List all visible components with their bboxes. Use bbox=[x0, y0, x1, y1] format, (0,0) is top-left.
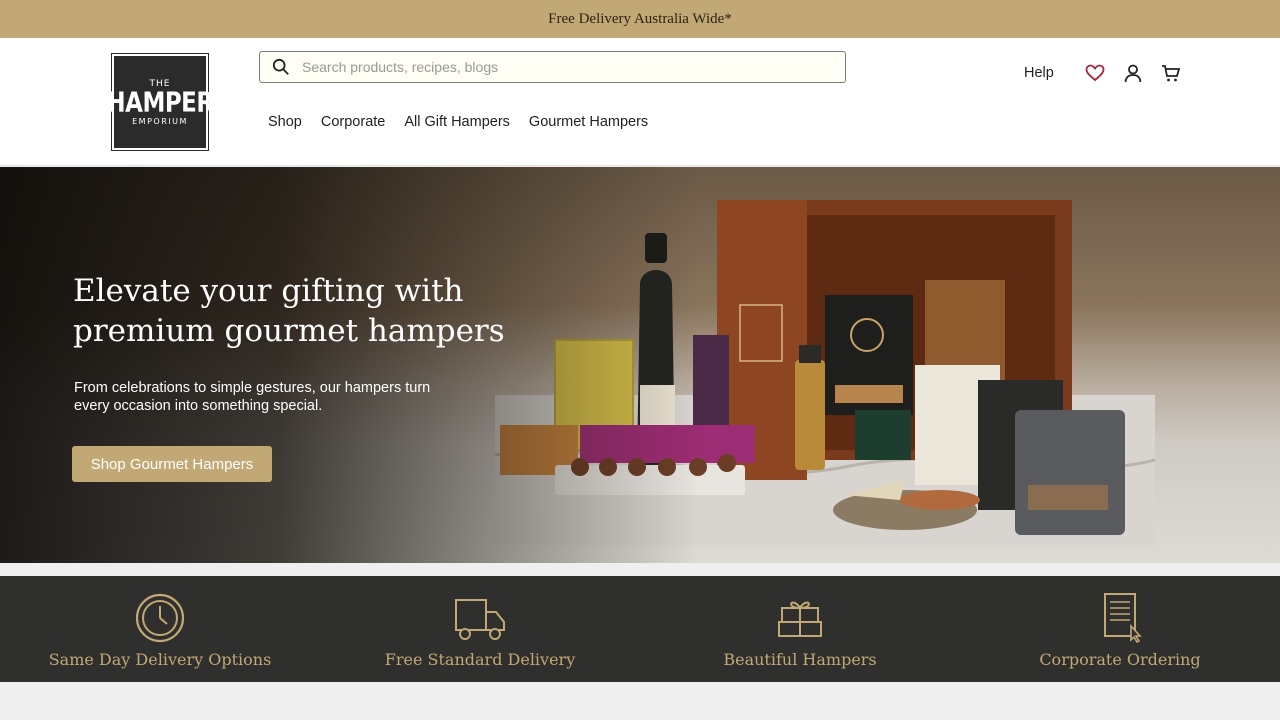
shop-gourmet-hampers-button[interactable]: Shop Gourmet Hampers bbox=[72, 446, 272, 482]
header-actions: Help bbox=[1024, 62, 1182, 84]
truck-icon bbox=[455, 599, 505, 640]
cart-icon[interactable] bbox=[1160, 62, 1182, 84]
search-icon[interactable] bbox=[272, 58, 290, 76]
feature-label: Corporate Ordering bbox=[1039, 650, 1201, 669]
feature-label: Same Day Delivery Options bbox=[48, 650, 272, 669]
clock-icon bbox=[135, 593, 185, 643]
heart-icon[interactable] bbox=[1084, 62, 1106, 84]
hero-overlay bbox=[0, 167, 700, 563]
gift-icon bbox=[778, 601, 822, 637]
features-bar: Same Day Delivery Options Free Standard … bbox=[0, 576, 1280, 682]
announcement-bar: Free Delivery Australia Wide* bbox=[0, 0, 1280, 38]
document-icon bbox=[1104, 593, 1142, 644]
logo[interactable]: THE HAMPER EMPORIUM bbox=[106, 53, 214, 151]
feature-free-delivery[interactable]: Free Standard Delivery bbox=[320, 576, 640, 682]
logo-line2: HAMPER bbox=[106, 86, 214, 119]
announcement-text: Free Delivery Australia Wide* bbox=[548, 10, 732, 27]
feature-same-day[interactable]: Same Day Delivery Options bbox=[0, 576, 320, 682]
nav-all-gift-hampers[interactable]: All Gift Hampers bbox=[404, 114, 510, 130]
nav-corporate[interactable]: Corporate bbox=[321, 114, 385, 130]
search-input[interactable] bbox=[302, 59, 802, 75]
main-nav: Shop Corporate All Gift Hampers Gourmet … bbox=[268, 114, 648, 130]
hero-banner: Elevate your gifting with premium gourme… bbox=[0, 167, 1280, 563]
nav-shop[interactable]: Shop bbox=[268, 114, 302, 130]
page-bottom-area bbox=[0, 682, 1280, 720]
user-icon[interactable] bbox=[1122, 62, 1144, 84]
hero-subtitle: From celebrations to simple gestures, ou… bbox=[74, 380, 431, 414]
site-header: THE HAMPER EMPORIUM Shop Corporate All G… bbox=[0, 38, 1280, 166]
nav-gourmet-hampers[interactable]: Gourmet Hampers bbox=[529, 114, 648, 130]
search-bar[interactable] bbox=[259, 51, 846, 83]
help-link[interactable]: Help bbox=[1024, 65, 1054, 81]
feature-corporate-ordering[interactable]: Corporate Ordering bbox=[960, 576, 1280, 682]
feature-label: Beautiful Hampers bbox=[723, 650, 877, 669]
feature-beautiful-hampers[interactable]: Beautiful Hampers bbox=[640, 576, 960, 682]
hero-title: Elevate your gifting with premium gourme… bbox=[73, 273, 505, 349]
feature-label: Free Standard Delivery bbox=[384, 650, 576, 669]
